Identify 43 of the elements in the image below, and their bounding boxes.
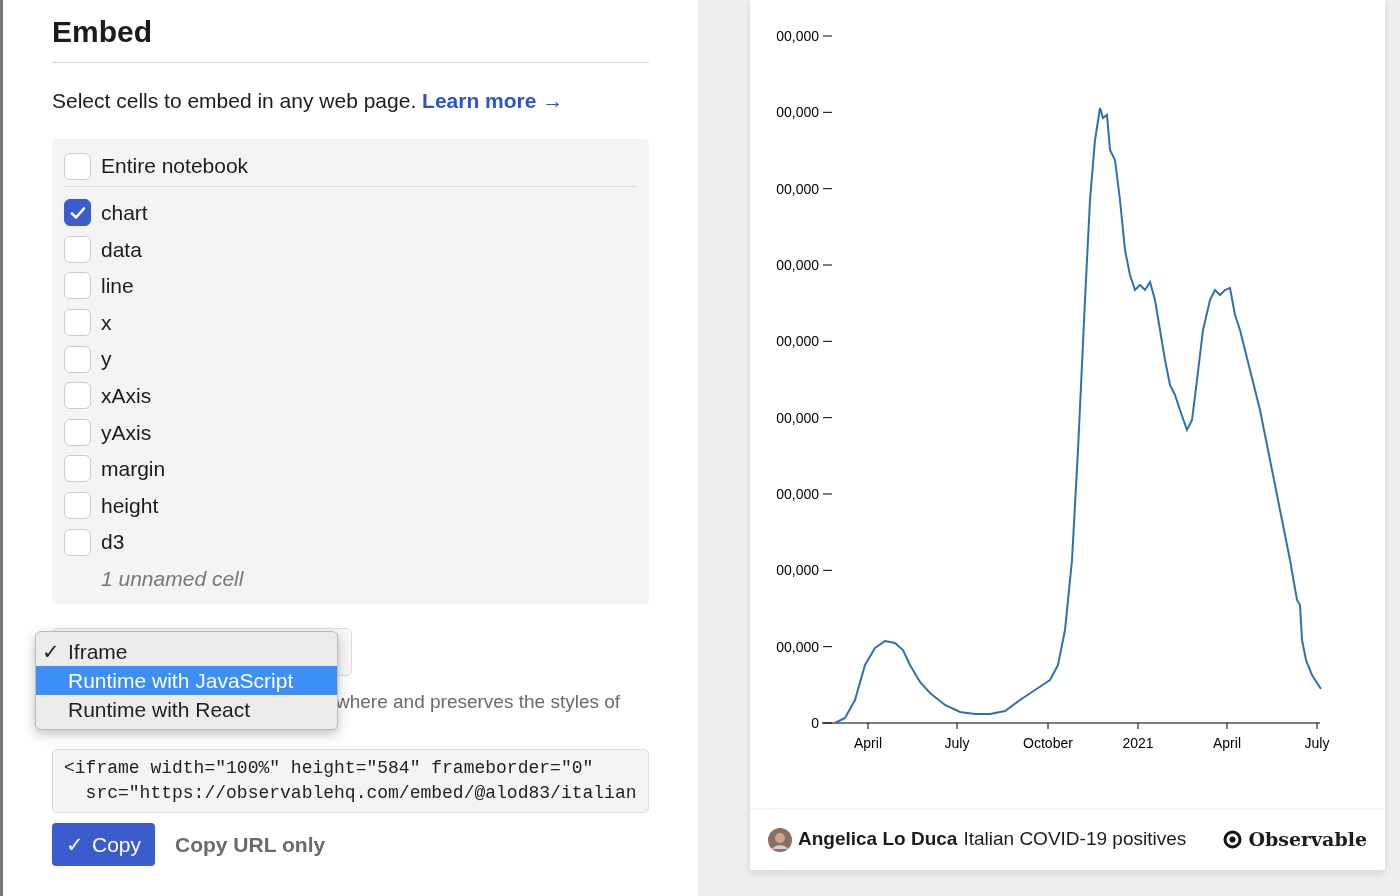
checkbox-label: Entire notebook [101,153,249,180]
y-axis-label: 00,000 [776,257,819,273]
checkbox[interactable] [64,199,91,227]
checkbox-label: margin [101,456,166,483]
menu-item[interactable]: ✓ Iframe [36,637,337,666]
y-axis-label: 00,000 [776,409,819,426]
avatar-icon [768,827,792,852]
x-axis-label: October [1023,735,1073,751]
checkbox-label: data [101,236,142,263]
unnamed-cell-note: 1 unnamed cell [100,565,245,592]
y-axis-label: 00,000 [776,486,819,502]
y-axis-label: 00,000 [776,104,819,121]
x-axis-label: April [854,735,882,751]
checkbox-label: line [101,273,134,300]
brand-name[interactable]: Observable [1248,825,1367,854]
x-axis-label: July [944,735,970,751]
y-axis-label: 0 [811,715,819,731]
learn-more-link[interactable]: Learn more → [422,89,564,112]
copy-button[interactable]: ✓ Copy [52,822,156,867]
description-text: where and preserves the styles of [336,690,622,715]
embed-code-field[interactable]: <iframe width="100%" height="584" frameborder="0" src="https://observablehq.com/embed/@alod83/italian [52,748,649,813]
intro-text: Select cells to embed in any web page. [52,89,417,112]
x-axis-label: July [1304,735,1330,751]
y-axis-label: 00,000 [776,333,819,350]
y-axis-label: 00,000 [776,562,819,579]
dialog-title: Embed [52,14,649,63]
author-name[interactable]: Angelica Lo Duca [798,825,958,854]
checkbox-label: x [101,309,112,336]
checkbox-label: d3 [101,529,125,556]
x-axis-label: April [1213,735,1241,751]
x-axis-label: 2021 [1122,735,1154,751]
menu-item[interactable]: Runtime with React [36,695,337,724]
y-axis-label: 00,000 [776,638,819,655]
checkbox-label: chart [101,200,148,227]
y-axis-label: 00,000 [776,28,819,44]
logo-icon [1223,830,1243,849]
notebook-title[interactable]: Italian COVID-19 positives [963,825,1187,854]
checkbox-label: y [101,346,112,373]
y-axis-label: 00,000 [776,180,819,197]
checkbox-label: height [101,492,159,519]
copy-url-button[interactable]: Copy URL only [175,822,326,867]
checkbox-label: yAxis [101,419,152,446]
checkbox-label: xAxis [101,383,152,409]
